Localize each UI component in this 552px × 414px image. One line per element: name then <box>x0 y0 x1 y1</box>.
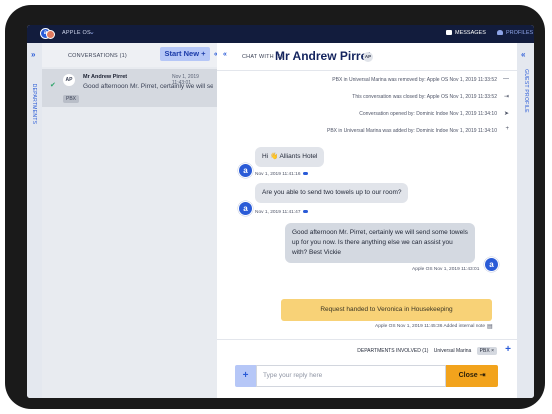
guest-profile-label[interactable]: GUEST PROFILE <box>523 68 529 114</box>
chat-footer: DEPARTMENTS INVOLVED (1) Universal Marin… <box>217 339 517 398</box>
message-time: Nov 1, 2019 11:41:16 <box>255 172 301 177</box>
chat-panel: « CHAT WITH (1) Mr Andrew Pirret AP PBX … <box>217 43 517 398</box>
message-text: Good afternoon Mr. Pirret, certainly we … <box>292 229 468 256</box>
chat-header: « CHAT WITH (1) Mr Andrew Pirret AP <box>217 43 517 71</box>
departments-involved: DEPARTMENTS INVOLVED (1) Universal Marin… <box>357 347 497 355</box>
org-switcher-label[interactable]: APPLE OS <box>62 30 91 36</box>
guest-avatar: AP <box>363 52 373 62</box>
departments-involved-label: DEPARTMENTS INVOLVED (1) <box>357 348 429 354</box>
system-event: This conversation was closed by: Apple O… <box>352 94 497 100</box>
conversation-item[interactable]: ✔ AP Mr Andrew Pirret Nov 1, 2019 11:43:… <box>42 69 217 107</box>
conversation-name: Mr Andrew Pirret <box>83 74 128 80</box>
message-meta: Nov 1, 2019 11:41:47 <box>255 210 308 215</box>
message-text: Hi 👋 Alliants Hotel <box>262 153 318 160</box>
nav-profiles[interactable]: PROFILES <box>497 30 533 36</box>
expand-departments-icon[interactable]: » <box>31 50 35 59</box>
close-conversation-button[interactable]: Close ⇥ <box>446 365 498 387</box>
handoff-note: Request handed to Veronica in Housekeepi… <box>281 299 492 321</box>
handoff-meta: Apple OS Nov 1, 2019 11:45:36 Added inte… <box>375 324 486 329</box>
message-meta: Apple OS Nov 1, 2019 11:43:01 <box>412 267 479 272</box>
check-icon: ✔ <box>50 82 56 89</box>
system-event: PBX in Universal Marina was removed by: … <box>332 77 497 83</box>
top-bar: a APPLE OS ⌄ MESSAGES PROFILES <box>27 25 534 43</box>
note-icon[interactable]: ▤ <box>487 323 493 330</box>
bot-avatar-icon: a <box>238 163 253 178</box>
app-screen: a APPLE OS ⌄ MESSAGES PROFILES » DEPARTM… <box>27 25 534 398</box>
send-icon: ➤ <box>503 111 509 117</box>
message-time: Nov 1, 2019 11:41:47 <box>255 210 301 215</box>
profiles-icon <box>497 30 503 35</box>
system-event: PBX in Universal Marina was added by: Do… <box>326 128 497 134</box>
message-time: Apple OS Nov 1, 2019 11:43:01 <box>412 267 480 272</box>
message-bubble-outgoing: Good afternoon Mr. Pirret, certainly we … <box>285 223 475 263</box>
expand-guest-profile-icon[interactable]: « <box>521 50 525 59</box>
nav-profiles-label: PROFILES <box>506 30 534 36</box>
minus-icon: — <box>503 76 509 82</box>
nav-messages[interactable]: MESSAGES <box>446 30 486 36</box>
message-bubble: Hi 👋 Alliants Hotel <box>255 147 325 167</box>
tablet-frame: a APPLE OS ⌄ MESSAGES PROFILES » DEPARTM… <box>5 5 545 409</box>
conversation-preview: Good afternoon Mr. Pirret, certainly we … <box>83 83 213 90</box>
department-tag[interactable]: PBX × <box>476 347 497 355</box>
guest-profile-strip: « GUEST PROFILE <box>517 43 534 398</box>
close-button-label: Close <box>458 372 478 379</box>
conversation-tag: PBX <box>63 95 80 103</box>
conversations-panel: CONVERSATIONS (1) Start New + « ✔ AP Mr … <box>42 43 218 398</box>
door-icon: ⇥ <box>503 94 509 100</box>
collapse-chat-icon[interactable]: « <box>223 51 227 58</box>
avatar: AP <box>63 74 75 86</box>
message-bubble: Are you able to send two towels up to ou… <box>255 183 409 203</box>
plus-icon: + <box>505 126 509 132</box>
add-department-button[interactable]: + <box>505 344 511 355</box>
start-new-button[interactable]: Start New + <box>160 47 210 61</box>
department-name: Universal Marina <box>433 348 472 354</box>
agent-avatar-icon: a <box>484 257 499 272</box>
message-meta: Nov 1, 2019 11:41:16 <box>255 172 308 177</box>
seen-icon <box>302 172 308 175</box>
seen-icon <box>302 210 308 213</box>
department-tag-label: PBX <box>479 348 490 354</box>
reply-attach-button[interactable]: + <box>235 365 256 387</box>
departments-strip: » DEPARTMENTS <box>27 43 42 398</box>
app-logo-icon[interactable]: a <box>40 28 55 40</box>
message-icon <box>446 30 452 35</box>
chat-guest-name: Mr Andrew Pirret <box>275 49 372 63</box>
nav-messages-label: MESSAGES <box>455 30 486 36</box>
departments-label[interactable]: DEPARTMENTS <box>31 78 37 130</box>
system-event: Conversation opened by: Dominic Indoe No… <box>359 111 497 117</box>
message-text: Are you able to send two towels up to ou… <box>262 189 402 196</box>
reply-input[interactable]: Type your reply here <box>256 365 446 387</box>
chevron-down-icon[interactable]: ⌄ <box>89 28 95 36</box>
conversations-title: CONVERSATIONS (1) <box>68 53 127 59</box>
conversations-header: CONVERSATIONS (1) Start New + « <box>42 43 218 67</box>
bot-avatar-icon: a <box>238 201 253 216</box>
